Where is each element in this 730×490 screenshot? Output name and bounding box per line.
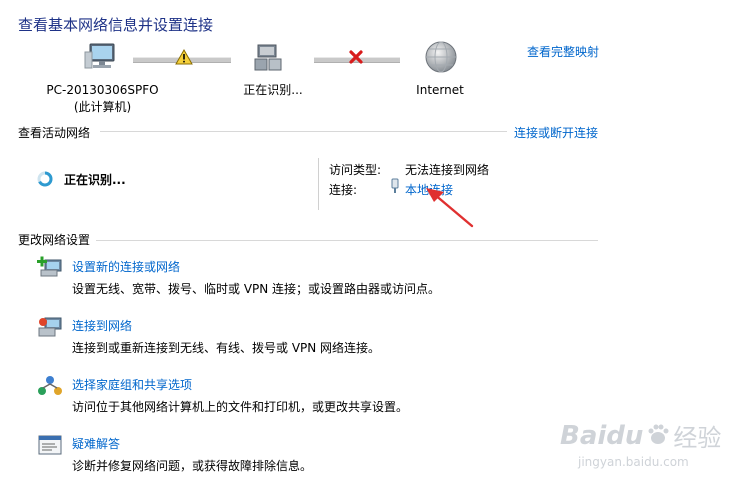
network-device-icon[interactable] [254, 42, 284, 74]
task-desc-troubleshoot: 诊断并修复网络问题，或获得故障排除信息。 [72, 459, 313, 473]
watermark-brand-cn: 经验 [673, 424, 722, 452]
task-title-new-connection[interactable]: 设置新的连接或网络 [72, 258, 180, 275]
network-identifying-label: 正在识别... [243, 83, 303, 97]
computer-icon[interactable] [84, 42, 120, 74]
task-desc-homegroup: 访问位于其他网络计算机上的文件和打印机，或更改共享设置。 [72, 400, 409, 414]
watermark-url: jingyan.baidu.com [578, 455, 689, 469]
paw-icon [647, 422, 669, 449]
access-type-label: 访问类型: [329, 163, 382, 177]
annotation-arrow-icon [420, 186, 480, 232]
task-desc-new-connection: 设置无线、宽带、拨号、临时或 VPN 连接；或设置路由器或访问点。 [72, 282, 441, 296]
ethernet-icon [389, 178, 401, 194]
identifying-spinner-icon [37, 171, 53, 187]
network-map: PC-20130306SPFO (此计算机) 正在识别... Internet [0, 36, 620, 116]
task-title-troubleshoot[interactable]: 疑难解答 [72, 435, 120, 452]
internet-globe-icon[interactable] [424, 40, 458, 74]
connections-label: 连接: [329, 183, 358, 197]
active-networks-rule [100, 131, 507, 132]
watermark-brand: Baidu [560, 420, 644, 451]
baidu-watermark: Baidu 经验 jingyan.baidu.com [560, 418, 725, 484]
change-settings-rule [96, 240, 598, 241]
change-settings-title: 更改网络设置 [18, 233, 91, 247]
computer-name-label: PC-20130306SPFO (此计算机) [46, 83, 159, 114]
active-network-status: 正在识别... [64, 173, 126, 187]
troubleshoot-icon[interactable] [37, 434, 63, 458]
active-networks-divider [318, 158, 319, 210]
homegroup-icon[interactable] [37, 375, 63, 399]
task-title-homegroup[interactable]: 选择家庭组和共享选项 [72, 376, 192, 393]
task-desc-connect-network: 连接到或重新连接到无线、有线、拨号或 VPN 网络连接。 [72, 341, 381, 355]
warning-icon [175, 48, 193, 65]
active-networks-title: 查看活动网络 [18, 126, 91, 140]
access-type-value: 无法连接到网络 [405, 163, 490, 177]
connect-network-icon[interactable] [37, 316, 63, 340]
connect-disconnect-link[interactable]: 连接或断开连接 [514, 124, 598, 141]
task-title-connect-network[interactable]: 连接到网络 [72, 317, 132, 334]
new-connection-icon[interactable] [37, 256, 63, 280]
internet-label: Internet [416, 83, 464, 97]
x-disconnected-icon [348, 49, 364, 65]
page-title: 查看基本网络信息并设置连接 [18, 16, 214, 34]
